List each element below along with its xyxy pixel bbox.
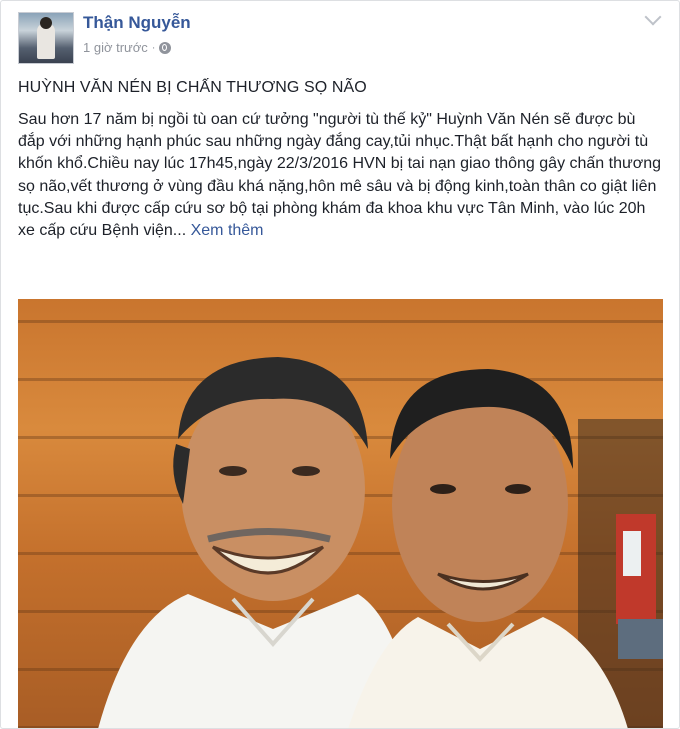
post-body-text: Sau hơn 17 năm bị ngồi tù oan cứ tưởng "…: [18, 111, 661, 240]
see-more-link[interactable]: Xem thêm: [191, 222, 264, 239]
author-name[interactable]: Thận Nguyễn: [83, 13, 191, 33]
avatar-head: [40, 17, 52, 29]
globe-icon[interactable]: [159, 41, 172, 54]
post-timestamp[interactable]: 1 giờ trước: [83, 40, 148, 55]
post-headline: HUỲNH VĂN NÉN BỊ CHẤN THƯƠNG SỌ NÃO: [18, 79, 367, 96]
post-photo[interactable]: [18, 299, 663, 728]
photo-illustration: [98, 357, 663, 728]
avatar[interactable]: [18, 12, 74, 64]
post-meta: 1 giờ trước ·: [83, 40, 172, 55]
meta-separator: ·: [151, 41, 156, 54]
chevron-down-icon[interactable]: [644, 8, 662, 26]
post-body: Sau hơn 17 năm bị ngồi tù oan cứ tưởng "…: [18, 109, 666, 242]
post-card: Thận Nguyễn 1 giờ trước · HUỲNH VĂN NÉN …: [0, 0, 680, 729]
